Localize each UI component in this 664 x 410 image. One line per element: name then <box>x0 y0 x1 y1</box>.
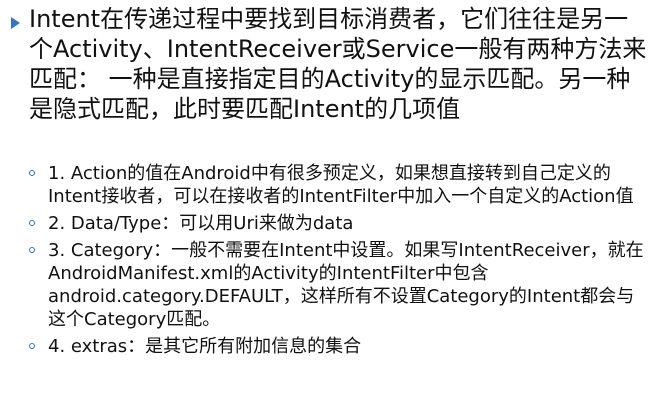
circle-bullet-icon <box>29 170 35 176</box>
sub-bullet-text-2: 2. Data/Type：可以用Uri来做为data <box>48 213 354 234</box>
sub-bullet-item-3: 3. Category：一般不需要在Intent中设置。如果写IntentRec… <box>29 239 649 331</box>
sub-bullet-item-4: 4. extras：是其它所有附加信息的集合 <box>29 335 649 358</box>
circle-bullet-icon <box>29 220 35 226</box>
sub-bullet-text-1: 1. Action的值在Android中有很多预定义，如果想直接转到自己定义的I… <box>48 163 634 207</box>
sub-bullet-text-4: 4. extras：是其它所有附加信息的集合 <box>48 336 362 357</box>
circle-bullet-icon <box>29 247 35 253</box>
slide-canvas: Intent在传递过程中要找到目标消费者，它们往往是另一个Activity、In… <box>0 0 664 410</box>
sub-bullet-text-3: 3. Category：一般不需要在Intent中设置。如果写IntentRec… <box>48 240 644 330</box>
sub-bullet-list: 1. Action的值在Android中有很多预定义，如果想直接转到自己定义的I… <box>29 162 649 362</box>
circle-bullet-icon <box>29 343 35 349</box>
sub-bullet-item-2: 2. Data/Type：可以用Uri来做为data <box>29 212 649 235</box>
triangle-bullet-icon <box>11 17 20 29</box>
main-bullet-text: Intent在传递过程中要找到目标消费者，它们往往是另一个Activity、In… <box>29 5 647 123</box>
sub-bullet-item-1: 1. Action的值在Android中有很多预定义，如果想直接转到自己定义的I… <box>29 162 649 208</box>
